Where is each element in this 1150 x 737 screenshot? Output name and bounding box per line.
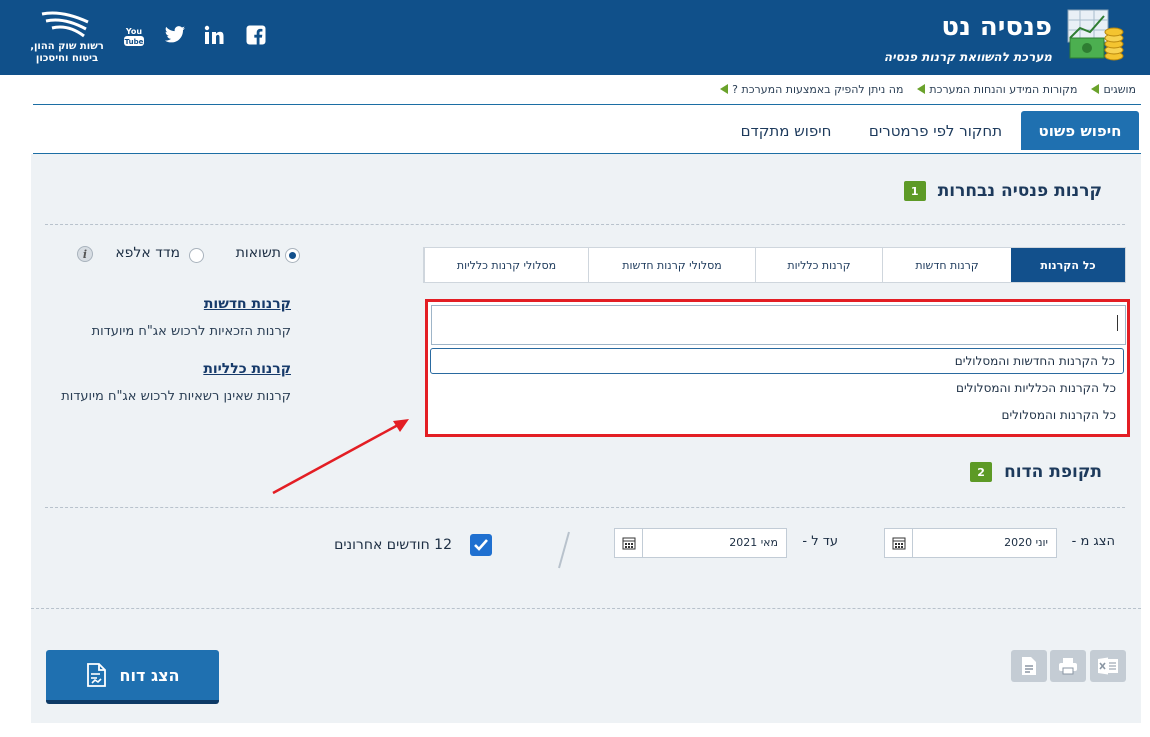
last-12-months-checkbox[interactable] [470,534,492,556]
svg-text:Tube: Tube [125,38,144,46]
option-all-funds[interactable]: כל הקרנות והמסלולים [430,402,1124,428]
authority-name: רשות שוק ההון, ביטוח וחיסכון [22,41,112,65]
annotation-arrow-icon [272,419,409,495]
link-label: מה ניתן להפיק באמצעות המערכת ? [732,82,904,96]
fund-select-dropdown: כל הקרנות החדשות והמסלולים כל הקרנות הכל… [425,299,1130,437]
link-label: מושגים [1103,82,1136,96]
brand[interactable]: פנסיה נט מערכת להשוואת קרנות פנסיה [864,8,1124,68]
tab-all-funds[interactable]: כל הקרנות [1011,248,1125,282]
facebook-icon[interactable] [246,25,266,45]
slash-divider [558,531,570,569]
link-glossary[interactable]: מושגים [1091,80,1136,98]
print-button[interactable] [1050,650,1086,682]
calendar-icon[interactable] [885,529,913,557]
radio-alpha[interactable] [189,248,204,263]
last-12-months-label: 12 חודשים אחרונים [334,537,452,553]
divider [33,104,1141,105]
link-label: מקורות המידע והנחות המערכת [929,82,1078,96]
fund-search-input[interactable] [431,305,1126,345]
section-selected-funds: 1 קרנות פנסיה נבחרות [903,181,1102,201]
radio-returns-label: תשואות [235,245,281,261]
to-label: עד ל - [802,534,838,549]
from-date-value: יוני 2020 [1004,536,1048,549]
report-doc-icon [87,663,107,687]
authority-emblem-icon [41,11,89,38]
divider [45,507,1125,508]
section-title: קרנות פנסיה נבחרות [937,181,1102,201]
authority-line1: רשות שוק ההון, [30,41,104,52]
app-title: פנסיה נט [941,12,1052,42]
step-badge: 1 [903,181,926,201]
fund-type-tabs: כל הקרנות קרנות חדשות קרנות כלליות מסלול… [423,247,1126,283]
excel-icon [1098,657,1118,675]
tab-new-funds[interactable]: קרנות חדשות [882,248,1011,282]
text-caret [1117,315,1118,331]
radio-alpha-label: מדד אלפא [115,245,180,261]
pension-logo-icon [1067,9,1124,61]
export-document-button[interactable] [1011,650,1047,682]
print-icon [1059,658,1077,675]
authority-line2: ביטוח וחיסכון [35,53,99,64]
from-label: הצג מ - [1071,534,1115,549]
tab-new-fund-tracks[interactable]: מסלולי קרנות חדשות [588,248,755,282]
note-new-funds-heading[interactable]: קרנות חדשות [204,296,291,312]
option-all-general-funds[interactable]: כל הקרנות הכלליות והמסלולים [430,375,1124,401]
link-what-can-produce[interactable]: מה ניתן להפיק באמצעות המערכת ? [720,80,903,98]
info-links: מה ניתן להפיק באמצעות המערכת ? מקורות המ… [720,80,1136,98]
note-general-funds-text: קרנות שאינן רשאיות לרכוש אג"ח מיועדות [61,389,291,404]
top-header: רשות שוק ההון, ביטוח וחיסכון You Tube פנ… [0,0,1150,75]
show-report-label: הצג דוח [119,665,180,685]
export-excel-button[interactable] [1090,650,1126,682]
green-arrow-icon [1091,84,1100,94]
twitter-icon[interactable] [164,25,186,45]
document-icon [1022,657,1036,675]
tab-general-funds[interactable]: קרנות כלליות [755,248,882,282]
note-general-funds-heading[interactable]: קרנות כלליות [203,361,291,377]
option-all-new-funds[interactable]: כל הקרנות החדשות והמסלולים [430,348,1124,374]
divider [45,224,1125,225]
note-new-funds-text: קרנות הזכאיות לרכוש אג"ח מיועדות [91,324,291,339]
section-title: תקופת הדוח [1004,462,1102,482]
linkedin-icon[interactable] [204,25,224,45]
section-report-period: 2 תקופת הדוח [970,462,1102,482]
step-badge: 2 [970,462,993,482]
search-panel [31,154,1141,723]
link-data-sources[interactable]: מקורות המידע והנחות המערכת [917,80,1077,98]
to-date-field[interactable]: מאי 2021 [614,528,787,558]
checkmark-icon [474,539,488,551]
divider [31,608,1141,609]
to-date-value: מאי 2021 [729,536,778,549]
svg-text:You: You [125,27,143,36]
green-arrow-icon [720,84,729,94]
calendar-icon[interactable] [615,529,643,557]
tab-parameter-analysis[interactable]: תחקור לפי פרמטרים [858,111,1013,150]
tab-general-fund-tracks[interactable]: מסלולי קרנות כלליות [424,248,588,282]
green-arrow-icon [917,84,926,94]
tab-advanced-search[interactable]: חיפוש מתקדם [726,111,846,150]
info-icon[interactable]: i [77,246,93,262]
from-date-field[interactable]: יוני 2020 [884,528,1057,558]
app-subtitle: מערכת להשוואת קרנות פנסיה [883,50,1052,64]
tab-simple-search[interactable]: חיפוש פשוט [1021,111,1139,150]
radio-returns[interactable] [285,248,300,263]
authority-logo[interactable]: רשות שוק ההון, ביטוח וחיסכון [22,8,112,68]
youtube-icon[interactable]: You Tube [123,25,145,47]
show-report-button[interactable]: הצג דוח [46,650,219,704]
